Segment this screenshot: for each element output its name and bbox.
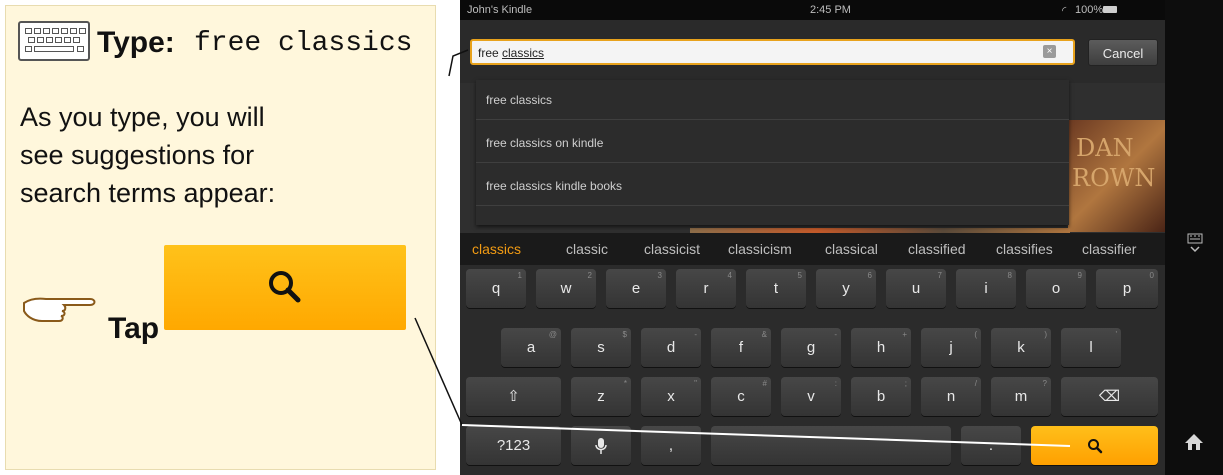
- search-prefix: free: [478, 46, 503, 60]
- backspace-key[interactable]: ⌫: [1061, 377, 1158, 416]
- battery-icon: [1103, 6, 1117, 13]
- book-title-line-1: DAN: [1076, 134, 1134, 162]
- word-suggestion[interactable]: classical: [825, 241, 878, 257]
- side-nav-strip: [1165, 0, 1223, 475]
- search-button-sample: [164, 245, 406, 330]
- shift-key[interactable]: ⇧: [466, 377, 561, 416]
- key-s[interactable]: s $: [571, 328, 631, 367]
- kindle-screen: John's Kindle 2:45 PM ◜ 100% free classi…: [460, 0, 1223, 475]
- key-v[interactable]: v:: [781, 377, 841, 416]
- backspace-icon: ⌫: [1098, 388, 1121, 405]
- key-g[interactable]: g-: [781, 328, 841, 367]
- shift-icon: ⇧: [507, 388, 520, 405]
- comma-key[interactable]: ,: [641, 426, 701, 465]
- word-suggestion[interactable]: classified: [908, 241, 966, 257]
- search-input[interactable]: free classics: [470, 39, 1075, 65]
- word-suggestion[interactable]: classifies: [996, 241, 1053, 257]
- search-key[interactable]: [1031, 426, 1158, 465]
- status-time: 2:45 PM: [810, 4, 851, 16]
- book-cover[interactable]: DAN ROWN: [1068, 120, 1165, 232]
- wifi-icon: ◜: [1062, 5, 1067, 17]
- key-x[interactable]: x ": [641, 377, 701, 416]
- home-icon[interactable]: [1183, 432, 1205, 452]
- key-b[interactable]: b;: [851, 377, 911, 416]
- keyboard-icon: [18, 21, 90, 61]
- suggestions-dropdown: free classics free classics on kindle fr…: [476, 80, 1069, 225]
- key-a[interactable]: a @: [501, 328, 561, 367]
- word-suggestion[interactable]: classifier: [1082, 241, 1136, 257]
- mic-key[interactable]: [571, 426, 631, 465]
- key-f[interactable]: f &: [711, 328, 771, 367]
- space-key[interactable]: [711, 426, 951, 465]
- key-c[interactable]: c #: [711, 377, 771, 416]
- search-icon: [269, 271, 301, 303]
- search-typed-word: classics: [502, 46, 545, 60]
- key-h[interactable]: h +: [851, 328, 911, 367]
- clear-icon[interactable]: ×: [1043, 45, 1056, 58]
- hide-keyboard-icon[interactable]: [1187, 233, 1203, 255]
- key-j[interactable]: j(: [921, 328, 981, 367]
- type-label: Type:: [97, 26, 175, 59]
- key-e[interactable]: e3: [606, 269, 666, 308]
- word-suggestion[interactable]: classicist: [644, 241, 700, 257]
- key-l[interactable]: l ': [1061, 328, 1121, 367]
- key-r[interactable]: r4: [676, 269, 736, 308]
- key-i[interactable]: i8: [956, 269, 1016, 308]
- status-bar: John's Kindle 2:45 PM ◜ 100%: [460, 0, 1165, 20]
- key-y[interactable]: y6: [816, 269, 876, 308]
- key-p[interactable]: p0: [1096, 269, 1158, 308]
- key-z[interactable]: z *: [571, 377, 631, 416]
- key-q[interactable]: q1: [466, 269, 526, 308]
- word-suggestion[interactable]: classic: [566, 241, 608, 257]
- key-t[interactable]: t5: [746, 269, 806, 308]
- key-u[interactable]: u7: [886, 269, 946, 308]
- key-w[interactable]: w2: [536, 269, 596, 308]
- word-suggestion[interactable]: classics: [472, 241, 521, 257]
- suggestion-item[interactable]: free classics on kindle: [476, 123, 1069, 163]
- battery-level: 100%: [1075, 4, 1104, 16]
- suggestion-item[interactable]: free classics kindle books: [476, 166, 1069, 206]
- instruction-text: As you type, you will see suggestions fo…: [20, 102, 276, 208]
- key-m[interactable]: m?: [991, 377, 1051, 416]
- key-o[interactable]: o9: [1026, 269, 1086, 308]
- onscreen-keyboard: q1 w2 e3 r4 t5 y6 u7 i8 o9 p0 a @ s $ d- f…: [460, 265, 1165, 475]
- key-k[interactable]: k): [991, 328, 1051, 367]
- word-suggestion[interactable]: classicism: [728, 241, 792, 257]
- word-suggestion-bar: classics classic classicist classicism c…: [460, 233, 1165, 265]
- key-d[interactable]: d-: [641, 328, 701, 367]
- search-icon: [1087, 439, 1102, 454]
- type-value: free classics: [194, 28, 413, 59]
- cancel-button[interactable]: Cancel: [1088, 39, 1158, 66]
- numbers-key[interactable]: ?123: [466, 426, 561, 465]
- pointing-hand-icon: [23, 297, 96, 322]
- key-n[interactable]: n /: [921, 377, 981, 416]
- period-key[interactable]: .: [961, 426, 1021, 465]
- tap-label: Tap: [108, 312, 160, 345]
- book-title-line-2: ROWN: [1072, 164, 1156, 192]
- mic-icon: [595, 438, 607, 455]
- device-owner: John's Kindle: [467, 4, 533, 16]
- instruction-panel: Type: free classics As you type, you wil…: [5, 5, 436, 470]
- suggestion-item[interactable]: free classics: [476, 80, 1069, 120]
